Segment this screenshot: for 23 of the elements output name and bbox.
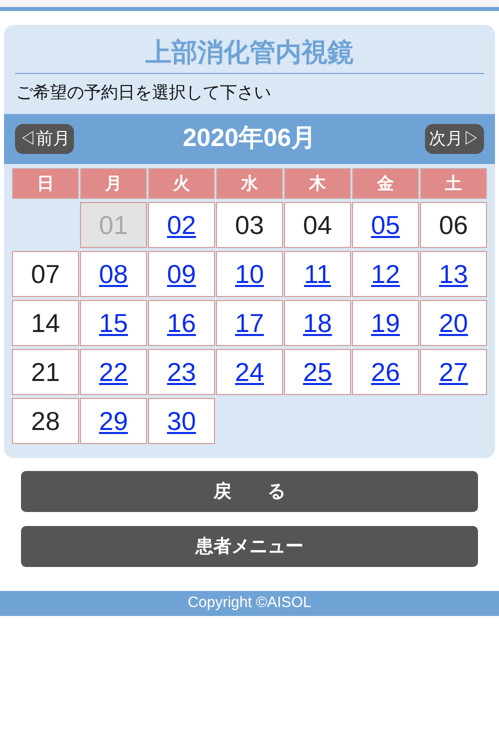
calendar-day-cell: 03 xyxy=(216,202,283,248)
calendar-day-cell: 28 xyxy=(12,398,79,444)
calendar-day-cell: 01 xyxy=(80,202,147,248)
calendar-day-cell: 06 xyxy=(420,202,487,248)
calendar-day-cell: 04 xyxy=(284,202,351,248)
nav-button[interactable]: 患者メニュー xyxy=(21,526,478,567)
previous-month-button[interactable]: ◁前月 xyxy=(15,124,74,154)
month-title: 2020年06月 xyxy=(182,123,316,154)
next-month-button[interactable]: 次月▷ xyxy=(425,124,484,154)
weekday-header: 月 xyxy=(80,168,147,199)
weekday-header: 日 xyxy=(12,168,79,199)
page-title: 上部消化管内視鏡 xyxy=(15,35,484,74)
calendar-day-cell: 21 xyxy=(12,349,79,395)
weekday-header: 金 xyxy=(352,168,419,199)
instruction-text: ご希望の予約日を選択して下さい xyxy=(15,82,272,104)
calendar-day-cell: 14 xyxy=(12,300,79,346)
calendar-day-cell: 07 xyxy=(12,251,79,297)
weekday-header: 火 xyxy=(148,168,215,199)
weekday-header: 木 xyxy=(284,168,351,199)
copyright-text: Copyright ©AISOL xyxy=(188,593,312,614)
weekday-header: 水 xyxy=(216,168,283,199)
weekday-header: 土 xyxy=(420,168,487,199)
nav-button[interactable]: 戻 る xyxy=(21,471,478,512)
